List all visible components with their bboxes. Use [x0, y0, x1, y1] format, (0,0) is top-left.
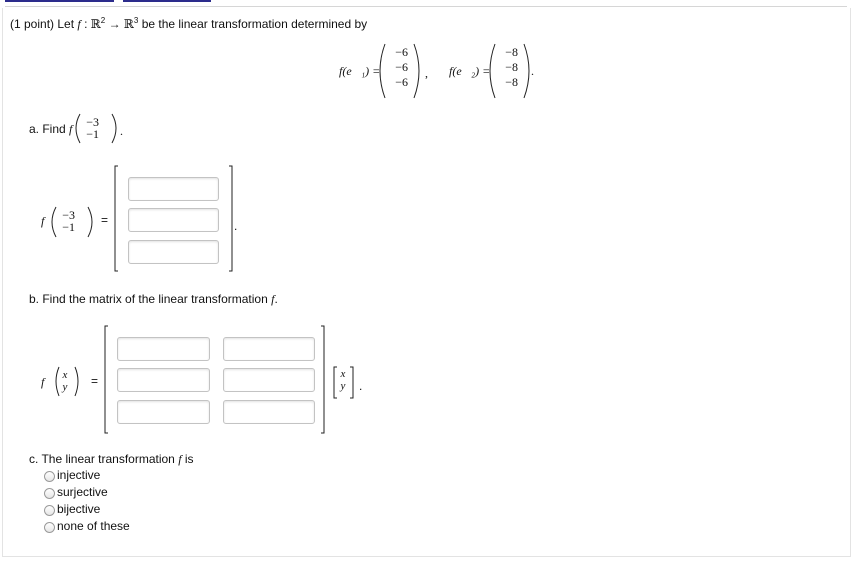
right-bracket	[229, 165, 233, 272]
math-delimiters	[51, 43, 530, 434]
right-paren	[523, 43, 530, 99]
left-paren	[55, 366, 60, 397]
right-paren	[413, 43, 420, 99]
right-bracket	[350, 366, 354, 399]
left-paren	[379, 43, 386, 99]
right-paren	[74, 366, 79, 397]
right-paren	[87, 206, 93, 238]
left-paren	[75, 113, 81, 144]
left-paren	[489, 43, 496, 99]
right-bracket	[321, 325, 325, 434]
right-paren	[111, 113, 117, 144]
left-bracket	[114, 165, 118, 272]
left-bracket	[104, 325, 108, 434]
left-bracket	[333, 366, 337, 399]
left-paren	[51, 206, 57, 238]
